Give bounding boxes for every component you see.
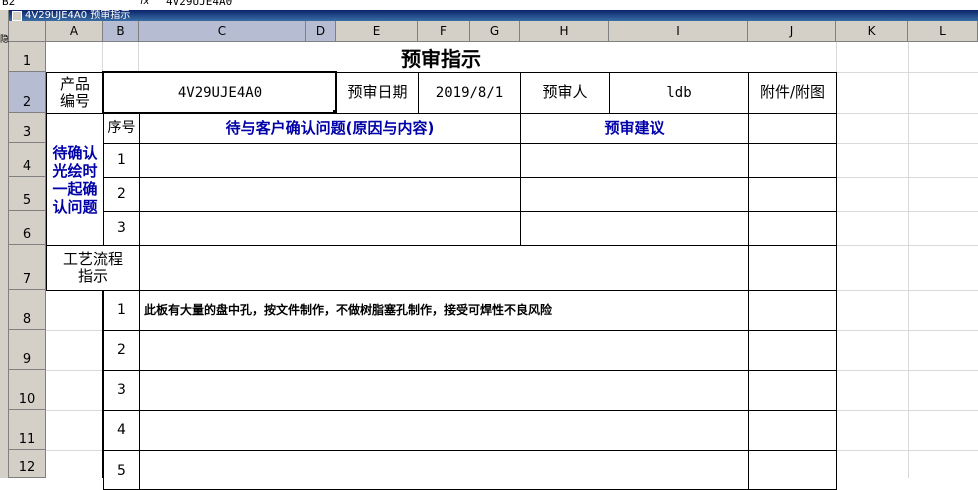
formula-bar: B2 fx 4V29UJE4A0 xyxy=(0,0,978,10)
window-title: 4V29UJE4A0 预审指示 xyxy=(25,10,131,21)
question-number[interactable]: 3 xyxy=(103,211,140,246)
review-date-label[interactable]: 预审日期 xyxy=(336,72,419,114)
column-header-f[interactable]: F xyxy=(418,21,470,42)
row-header-9[interactable]: 9 xyxy=(9,330,46,370)
question-number[interactable]: 1 xyxy=(103,143,140,178)
review-date-cell[interactable]: 2019/8/1 xyxy=(418,72,521,114)
left-window-edge: 隐 xyxy=(0,10,9,478)
row-header-10[interactable]: 10 xyxy=(9,370,46,410)
process-instruction-label[interactable]: 工艺流程 指示 xyxy=(46,245,140,291)
process-item[interactable] xyxy=(139,410,749,451)
gridline xyxy=(46,450,103,451)
sheet-title[interactable]: 预审指示 xyxy=(46,42,836,73)
question-cell[interactable] xyxy=(139,177,521,212)
column-header-e[interactable]: E xyxy=(336,21,418,42)
process-number[interactable]: 4 xyxy=(103,410,140,451)
gridline xyxy=(836,410,978,411)
column-header-i[interactable]: I xyxy=(609,21,748,42)
gridline xyxy=(836,330,978,331)
attachment-cell[interactable] xyxy=(748,370,837,411)
gridline xyxy=(46,330,103,331)
row-header-7[interactable]: 7 xyxy=(9,245,46,290)
question-header[interactable]: 待与客户确认问题(原因与内容) xyxy=(139,113,521,144)
column-header-g[interactable]: G xyxy=(470,21,520,42)
row-header-4[interactable]: 4 xyxy=(9,143,46,177)
gridline xyxy=(836,143,978,144)
process-item[interactable] xyxy=(139,370,749,411)
edge-glyph: 隐 xyxy=(0,35,10,45)
attachment-cell[interactable] xyxy=(748,113,837,144)
row-header-11[interactable]: 11 xyxy=(9,410,46,450)
attachment-cell[interactable] xyxy=(748,143,837,178)
suggestion-header[interactable]: 预审建议 xyxy=(520,113,749,144)
row-header-8[interactable]: 8 xyxy=(9,290,46,330)
column-header-c[interactable]: C xyxy=(139,21,306,42)
active-cell-border xyxy=(102,71,337,114)
process-header-cell[interactable] xyxy=(139,245,749,291)
process-item[interactable] xyxy=(139,330,749,371)
question-number[interactable]: 2 xyxy=(103,177,140,212)
question-cell[interactable] xyxy=(139,211,521,246)
row-header-5[interactable]: 5 xyxy=(9,177,46,211)
row-header-3[interactable]: 3 xyxy=(9,113,46,143)
column-header-j[interactable]: J xyxy=(748,21,836,42)
attachment-cell[interactable] xyxy=(748,290,837,331)
column-header-h[interactable]: H xyxy=(520,21,609,42)
fx-icon[interactable]: fx xyxy=(140,0,149,7)
row-header-2[interactable]: 2 xyxy=(9,72,46,113)
gridline xyxy=(836,290,978,291)
question-cell[interactable] xyxy=(139,143,521,178)
suggestion-cell[interactable] xyxy=(520,143,749,178)
attachment-cell[interactable] xyxy=(748,245,837,291)
process-item[interactable] xyxy=(139,450,749,490)
column-header-a[interactable]: A xyxy=(46,21,103,42)
attachment-cell[interactable] xyxy=(748,330,837,371)
column-header-l[interactable]: L xyxy=(908,21,978,42)
gridline xyxy=(836,370,978,371)
seq-header[interactable]: 序号 xyxy=(103,113,140,144)
pending-questions-label[interactable]: 待确认 光绘时 一起确 认问题 xyxy=(46,113,104,246)
gridline xyxy=(836,245,978,246)
process-number[interactable]: 3 xyxy=(103,370,140,411)
gridline xyxy=(836,450,978,451)
name-box[interactable]: B2 xyxy=(2,0,15,8)
gridline xyxy=(46,410,103,411)
process-item[interactable]: 此板有大量的盘中孔，按文件制作，不做树脂塞孔制作，接受可焊性不良风险 xyxy=(139,290,749,331)
row-header-1[interactable]: 1 xyxy=(9,42,46,72)
process-number[interactable]: 5 xyxy=(103,450,140,490)
reviewer-label[interactable]: 预审人 xyxy=(520,72,610,114)
cell-border xyxy=(102,290,103,478)
product-code-label[interactable]: 产品 编号 xyxy=(46,72,104,114)
row-header-6[interactable]: 6 xyxy=(9,211,46,245)
column-header-b[interactable]: B xyxy=(103,21,139,42)
gridline xyxy=(836,211,978,212)
row-header-12[interactable]: 12 xyxy=(9,450,46,478)
gridline xyxy=(46,370,103,371)
attachment-label[interactable]: 附件/附图 xyxy=(748,72,837,114)
gridline xyxy=(908,42,909,478)
suggestion-cell[interactable] xyxy=(520,177,749,212)
process-number[interactable]: 2 xyxy=(103,330,140,371)
gridline xyxy=(836,177,978,178)
workbook-icon[interactable] xyxy=(12,11,22,21)
column-header-d[interactable]: D xyxy=(306,21,336,42)
formula-input[interactable]: 4V29UJE4A0 xyxy=(166,0,232,8)
reviewer-cell[interactable]: ldb xyxy=(609,72,749,114)
column-header-k[interactable]: K xyxy=(836,21,908,42)
attachment-cell[interactable] xyxy=(748,410,837,451)
window-titlebar[interactable]: 4V29UJE4A0 预审指示 xyxy=(9,10,978,21)
suggestion-cell[interactable] xyxy=(520,211,749,246)
attachment-cell[interactable] xyxy=(748,450,837,490)
gridline xyxy=(836,113,978,114)
select-all-corner[interactable] xyxy=(9,21,46,42)
attachment-cell[interactable] xyxy=(748,177,837,212)
process-number[interactable]: 1 xyxy=(103,290,140,331)
attachment-cell[interactable] xyxy=(748,211,837,246)
